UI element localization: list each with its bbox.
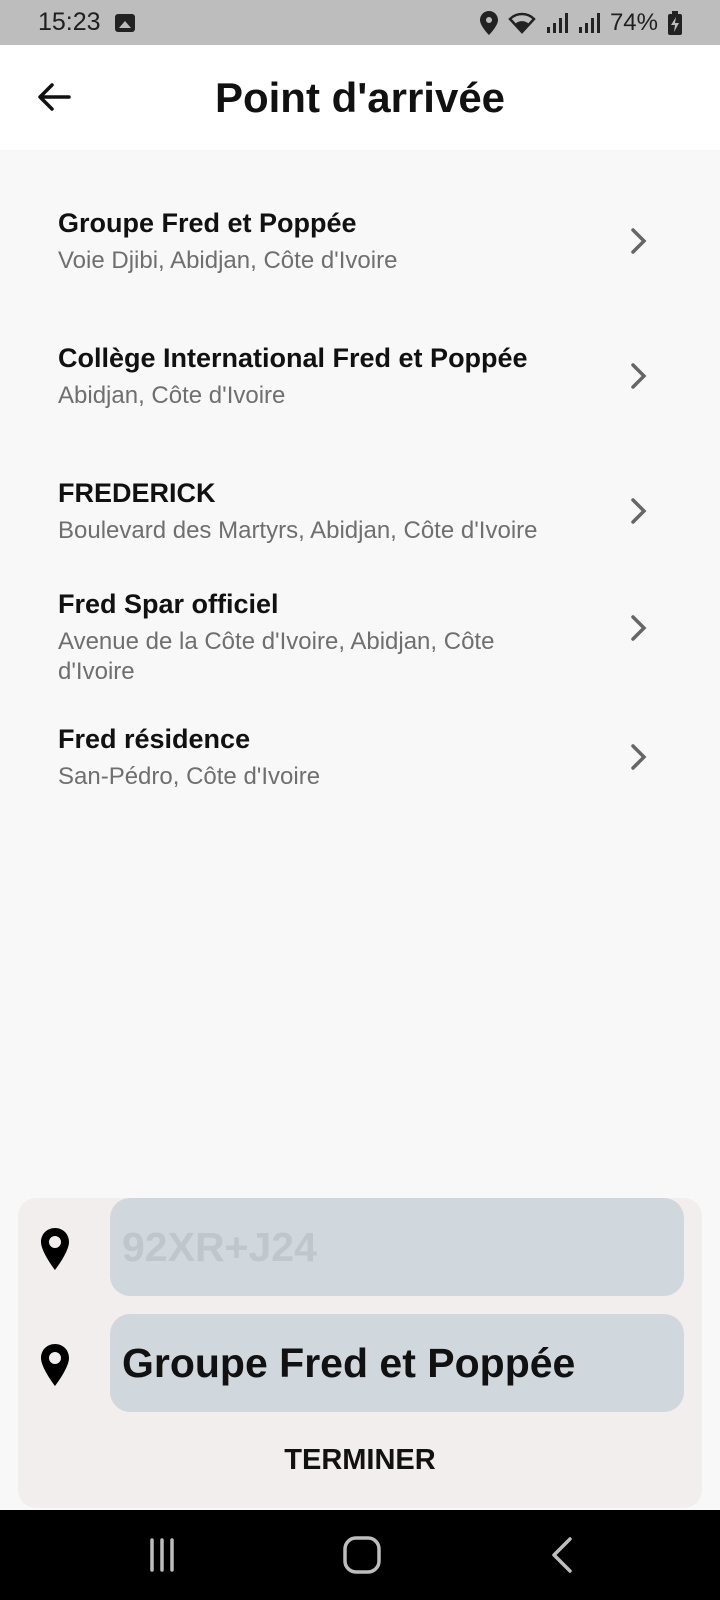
chevron-right-icon xyxy=(631,498,647,524)
origin-field[interactable]: 92XR+J24 xyxy=(110,1198,684,1296)
result-address: Abidjan, Côte d'Ivoire xyxy=(58,382,286,409)
list-item[interactable]: Fred Spar officiel Avenue de la Côte d'I… xyxy=(0,577,720,697)
system-nav-bar xyxy=(0,1510,720,1600)
result-name: Fred Spar officiel xyxy=(58,589,279,619)
wifi-icon xyxy=(508,12,536,34)
screen: 15:23 74% Point d'arrivée Groupe Fred et… xyxy=(0,0,720,1600)
recent-apps-icon[interactable] xyxy=(138,1532,186,1578)
chevron-right-icon xyxy=(631,744,647,770)
result-name: FREDERICK xyxy=(58,478,216,508)
list-item[interactable]: Collège International Fred et Poppée Abi… xyxy=(0,331,720,441)
signal-icon xyxy=(578,12,600,33)
result-address: Avenue de la Côte d'Ivoire, Abidjan, Côt… xyxy=(58,628,495,685)
result-name: Fred résidence xyxy=(58,724,251,754)
chevron-right-icon xyxy=(631,615,647,641)
result-name: Collège International Fred et Poppée xyxy=(58,343,528,373)
location-pin-icon xyxy=(41,1228,69,1270)
list-item[interactable]: Fred résidence San-Pédro, Côte d'Ivoire xyxy=(0,712,720,822)
result-name: Groupe Fred et Poppée xyxy=(58,208,357,238)
signal-icon xyxy=(546,12,568,33)
back-nav-icon[interactable] xyxy=(540,1532,588,1578)
destination-field[interactable]: Groupe Fred et Poppée xyxy=(110,1314,684,1412)
gallery-icon xyxy=(114,13,135,32)
status-icons: 74% xyxy=(479,8,682,37)
route-panel: 92XR+J24 Groupe Fred et Poppée TERMINER xyxy=(18,1198,702,1508)
list-item[interactable]: Groupe Fred et Poppée Voie Djibi, Abidja… xyxy=(0,196,720,306)
location-icon xyxy=(479,10,498,35)
chevron-right-icon xyxy=(631,363,647,389)
result-address: San-Pédro, Côte d'Ivoire xyxy=(58,763,321,790)
battery-charging-icon xyxy=(668,10,682,35)
result-address: Boulevard des Martyrs, Abidjan, Côte d'I… xyxy=(58,517,538,544)
list-item[interactable]: FREDERICK Boulevard des Martyrs, Abidjan… xyxy=(0,466,720,571)
app-bar: Point d'arrivée xyxy=(0,45,720,150)
location-pin-icon xyxy=(41,1344,69,1386)
result-address: Voie Djibi, Abidjan, Côte d'Ivoire xyxy=(58,247,398,274)
arrow-left-icon xyxy=(38,83,71,111)
back-button[interactable] xyxy=(32,75,76,119)
finish-button[interactable]: TERMINER xyxy=(18,1432,702,1488)
home-icon[interactable] xyxy=(338,1532,386,1578)
battery-percent: 74% xyxy=(609,8,658,36)
status-time: 15:23 xyxy=(38,8,101,36)
status-bar: 15:23 74% xyxy=(0,0,720,45)
chevron-right-icon xyxy=(631,228,647,254)
page-title: Point d'arrivée xyxy=(214,73,506,121)
